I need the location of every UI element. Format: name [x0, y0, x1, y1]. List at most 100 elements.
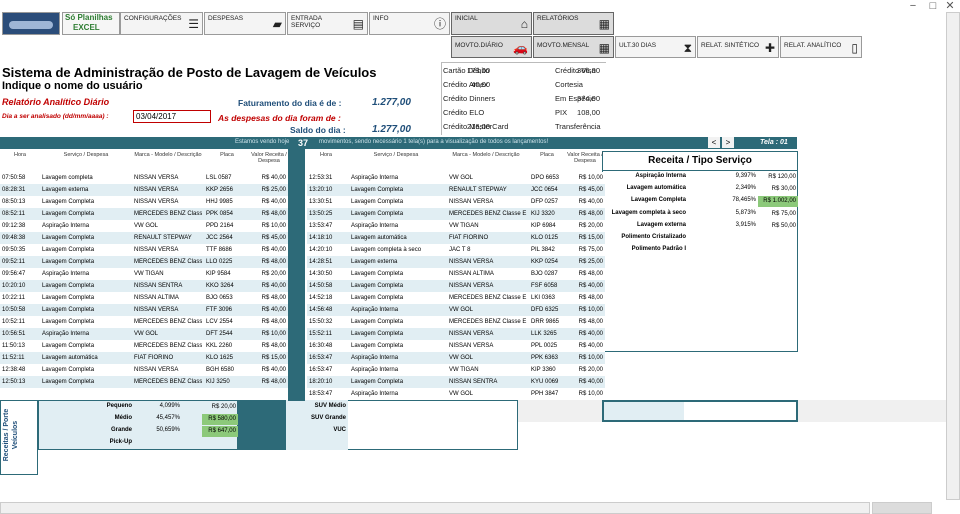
cell-placa: KYU 0069: [531, 379, 559, 385]
porte-size-2: SUV Grande: [310, 415, 346, 421]
column-divider: [288, 149, 305, 401]
table-row[interactable]: 10:52:11 Lavagem Completa MERCEDES BENZ Cl…: [0, 316, 288, 328]
porte-side-label: Receitas / Porte Veículos: [3, 408, 19, 462]
porte-value: R$ 647,00: [202, 426, 238, 437]
cell-placa: KIJ 3250: [206, 379, 230, 385]
nav-0-button[interactable]: CONFIGURAÇÕES ☰: [120, 12, 203, 35]
table-row[interactable]: 14:20:10 Lavagem completa à seco JAC T 8 PI…: [307, 244, 605, 256]
table-row[interactable]: 14:50:58 Lavagem Completa NISSAN VERSA FSF …: [307, 280, 605, 292]
home-icon: ⌂: [520, 17, 528, 31]
cell-marca: NISSAN VERSA: [134, 199, 179, 205]
payment-label: Crédito ELO: [443, 108, 485, 117]
nav2-0-button[interactable]: MOVTO.DIÁRIO 🚗: [451, 36, 532, 58]
cell-valor: R$ 48,00: [578, 271, 603, 277]
cell-hora: 14:56:48: [309, 307, 333, 313]
nav-5-button[interactable]: RELATÓRIOS ▦: [533, 12, 614, 35]
nav-1-button[interactable]: DESPESAS ▰: [204, 12, 286, 35]
nav2-4-button[interactable]: RELAT. ANALÍTICO ▯: [780, 36, 862, 58]
table-row[interactable]: 08:28:31 Lavagem externa NISSAN VERSA KKP 2…: [0, 184, 288, 196]
table-row[interactable]: 18:20:10 Lavagem Completa NISSAN SENTRA KYU…: [307, 376, 605, 388]
cell-valor: R$ 10,00: [578, 355, 603, 361]
nav-2-button[interactable]: ENTRADA SERVIÇO ▤: [287, 12, 368, 35]
porte-value: [202, 438, 238, 449]
cell-placa: PIL 3842: [531, 247, 555, 253]
table-row[interactable]: 13:50:25 Lavagem Completa MERCEDES BENZ Cl…: [307, 208, 605, 220]
table-row[interactable]: 15:50:32 Lavagem Completa MERCEDES BENZ Cl…: [307, 316, 605, 328]
table-row[interactable]: 08:50:13 Lavagem Completa NISSAN VERSA HHJ …: [0, 196, 288, 208]
cell-placa: KKP 0254: [531, 259, 558, 265]
horizontal-scrollbar[interactable]: [0, 502, 870, 514]
table-row[interactable]: 10:56:51 Aspiração Interna VW GOL DFT 2544 R…: [0, 328, 288, 340]
cell-servico: Lavagem Completa: [42, 379, 95, 385]
cell-marca: MERCEDES BENZ Class: [134, 379, 202, 385]
table-row[interactable]: 13:30:51 Lavagem Completa NISSAN VERSA DFP …: [307, 196, 605, 208]
table-row[interactable]: 11:52:11 Lavagem automática FIAT FIORINO KL…: [0, 352, 288, 364]
nav2-1-button[interactable]: MOVTO.MENSAL ▦: [533, 36, 614, 58]
close-button[interactable]: ✕: [940, 0, 960, 12]
minimize-button[interactable]: −: [903, 0, 923, 12]
date-input[interactable]: [133, 110, 211, 123]
table-row[interactable]: 12:53:31 Aspiração Interna VW GOL DPO 6653 R…: [307, 172, 605, 184]
cell-placa: HHJ 9985: [206, 199, 233, 205]
cell-marca: MERCEDES BENZ Class: [134, 343, 202, 349]
table-row[interactable]: 16:53:47 Aspiração Interna VW TIGAN KIP 336…: [307, 364, 605, 376]
cell-hora: 14:30:50: [309, 271, 333, 277]
table-row[interactable]: 12:38:48 Lavagem Completa NISSAN VERSA BGH …: [0, 364, 288, 376]
table-row[interactable]: 14:56:48 Aspiração Interna VW GOL DFD 6325 R…: [307, 304, 605, 316]
table-row[interactable]: 09:50:35 Lavagem Completa NISSAN VERSA TTF …: [0, 244, 288, 256]
table-row[interactable]: 11:50:13 Lavagem Completa MERCEDES BENZ Cl…: [0, 340, 288, 352]
cell-servico: Lavagem Completa: [42, 295, 95, 301]
receita-value: R$ 1.002,00: [758, 196, 798, 208]
cell-hora: 13:53:47: [309, 223, 333, 229]
table-row[interactable]: 14:30:50 Lavagem Completa NISSAN ALTIMA BJO…: [307, 268, 605, 280]
table-row[interactable]: 14:52:18 Lavagem Completa MERCEDES BENZ Cl…: [307, 292, 605, 304]
nav-label: DESPESAS: [208, 15, 244, 22]
payment-value2: 108,00: [577, 108, 600, 117]
screen-indicator: Tela : 01: [760, 139, 788, 146]
table-row[interactable]: 10:22:11 Lavagem Completa NISSAN ALTIMA BJO…: [0, 292, 288, 304]
table-row[interactable]: 16:30:48 Lavagem Completa NISSAN VERSA PPL …: [307, 340, 605, 352]
table-row[interactable]: 09:52:11 Lavagem Completa MERCEDES BENZ Cl…: [0, 256, 288, 268]
receita-service: Lavagem automática: [626, 185, 686, 192]
cell-hora: 13:50:25: [309, 211, 333, 217]
table-row[interactable]: 09:12:38 Aspiração Interna VW GOL PPD 2164 R…: [0, 220, 288, 232]
nav-3-button[interactable]: INFO ⓘ: [369, 12, 450, 35]
cell-hora: 11:50:13: [2, 343, 25, 349]
saldo-label: Saldo do dia :: [290, 125, 346, 135]
table-row[interactable]: 13:53:47 Aspiração Interna VW TIGAN KIP 698…: [307, 220, 605, 232]
vertical-scrollbar[interactable]: [946, 12, 960, 500]
table-row[interactable]: 13:20:10 Lavagem Completa RENAULT STEPWAY J…: [307, 184, 605, 196]
table-row[interactable]: 08:52:11 Lavagem Completa MERCEDES BENZ Cl…: [0, 208, 288, 220]
nav2-3-button[interactable]: RELAT. SINTÉTICO ✚: [697, 36, 779, 58]
cell-hora: 10:20:10: [2, 283, 26, 289]
receita-value: [758, 233, 798, 244]
table-row[interactable]: 09:56:47 Aspiração Interna VW TIGAN KIP 958…: [0, 268, 288, 280]
table-row[interactable]: 18:53:47 Aspiração Interna VW GOL PPH 3847 R…: [307, 388, 605, 400]
table-row[interactable]: 14:18:10 Lavagem automática FIAT FIORINO KL…: [307, 232, 605, 244]
cell-hora: 16:30:48: [309, 343, 333, 349]
cell-valor: R$ 10,00: [578, 391, 603, 397]
nav-label: MOVTO.DIÁRIO: [455, 42, 503, 49]
cell-servico: Lavagem Completa: [42, 199, 95, 205]
table-row[interactable]: 14:28:51 Lavagem externa NISSAN VERSA KKP 0…: [307, 256, 605, 268]
cell-valor: R$ 40,00: [261, 283, 286, 289]
table-row[interactable]: 15:52:11 Lavagem Completa NISSAN VERSA LLK …: [307, 328, 605, 340]
table-row[interactable]: 09:48:38 Lavagem Completa RENAULT STEPWAY J…: [0, 232, 288, 244]
cell-servico: Lavagem Completa: [351, 211, 404, 217]
scroll-thumb[interactable]: [872, 502, 932, 514]
cell-valor: R$ 48,00: [261, 211, 286, 217]
table-row[interactable]: 07:50:58 Lavagem completa NISSAN VERSA LSL …: [0, 172, 288, 184]
cell-hora: 10:50:58: [2, 307, 26, 313]
porte-size: Pick-Up: [109, 439, 132, 445]
table-row[interactable]: 10:20:10 Lavagem Completa NISSAN SENTRA KKO…: [0, 280, 288, 292]
cell-servico: Lavagem Completa: [351, 331, 404, 337]
table-row[interactable]: 10:50:58 Lavagem Completa NISSAN VERSA FTF …: [0, 304, 288, 316]
cell-placa: PPK 0854: [206, 211, 234, 217]
next-screen-button[interactable]: >: [722, 137, 734, 148]
prev-screen-button[interactable]: <: [708, 137, 720, 148]
receita-percent: 9,397%: [735, 173, 756, 179]
table-row[interactable]: 12:50:13 Lavagem Completa MERCEDES BENZ Cl…: [0, 376, 288, 388]
nav2-2-button[interactable]: ULT.30 DIAS ⧗: [615, 36, 696, 58]
nav-4-button[interactable]: INICIAL ⌂: [451, 12, 532, 35]
table-row[interactable]: 16:53:47 Aspiração Interna VW GOL PPK 6363 R…: [307, 352, 605, 364]
